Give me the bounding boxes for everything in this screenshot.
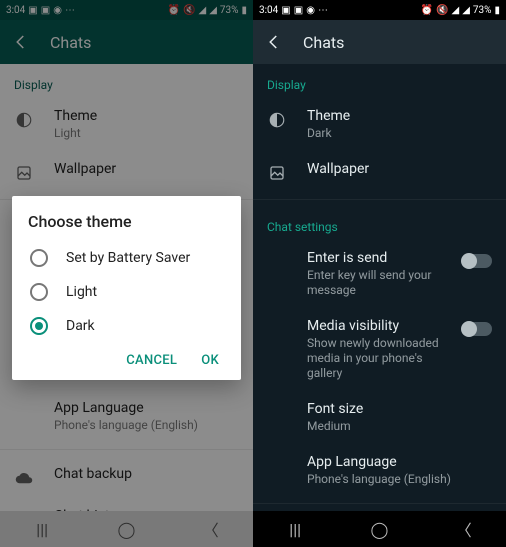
screenshot-right: 3:04 ▣ ▣ ◉ ⋯ ⏰ 🔇 ◢ ◢ 73% ▮ Chats Display… — [253, 0, 506, 547]
status-bar: 3:04 ▣ ▣ ◉ ⋯ ⏰ 🔇 ◢ ◢ 73% ▮ — [253, 0, 506, 20]
spacer-icon — [267, 403, 287, 423]
cancel-button[interactable]: CANCEL — [126, 353, 177, 368]
font-size-title: Font size — [307, 401, 492, 417]
theme-dialog: Choose theme Set by Battery Saver Light … — [12, 196, 241, 380]
status-more-icon: ⋯ — [318, 5, 328, 16]
radio-icon — [30, 249, 48, 267]
row-theme[interactable]: Theme Dark — [253, 98, 506, 151]
row-media-visibility[interactable]: Media visibility Show newly downloaded m… — [253, 308, 506, 391]
theme-sub: Dark — [307, 126, 492, 141]
battery-icon: ▮ — [494, 5, 500, 16]
appbar-title: Chats — [303, 33, 344, 52]
mute-icon: 🔇 — [436, 5, 448, 16]
dialog-option-label: Dark — [66, 318, 95, 334]
alarm-icon: ⏰ — [421, 5, 433, 16]
dialog-title: Choose theme — [28, 212, 225, 231]
section-display: Display — [253, 64, 506, 98]
media-vis-title: Media visibility — [307, 318, 442, 334]
dialog-option-label: Set by Battery Saver — [66, 250, 190, 266]
row-chat-backup[interactable]: Chat backup — [253, 510, 506, 511]
wallpaper-icon — [267, 163, 287, 183]
enter-send-sub: Enter key will send your message — [307, 268, 442, 298]
row-font-size[interactable]: Font size Medium — [253, 391, 506, 444]
toggle-switch[interactable] — [462, 254, 492, 268]
radio-icon — [30, 317, 48, 335]
status-time: 3:04 — [259, 5, 278, 16]
theme-title: Theme — [307, 108, 492, 124]
screenshot-left: 3:04 ▣ ▣ ◉ ⋯ ⏰ 🔇 ◢ ◢ 73% ▮ Chats Display… — [0, 0, 253, 547]
system-navbar: ||| ◯ 〈 — [253, 511, 506, 547]
recents-button[interactable]: ||| — [275, 520, 315, 539]
spacer-icon — [267, 456, 287, 476]
app-bar: Chats — [253, 20, 506, 64]
dialog-option-light[interactable]: Light — [28, 275, 225, 309]
ok-button[interactable]: OK — [201, 353, 219, 368]
spacer-icon — [267, 320, 287, 340]
status-app-icon: ▣ — [281, 5, 290, 16]
signal-icon: ◢ — [462, 5, 470, 16]
dialog-option-label: Light — [66, 284, 97, 300]
dialog-option-battery[interactable]: Set by Battery Saver — [28, 241, 225, 275]
signal-icon: ◢ — [452, 5, 460, 16]
app-language-sub: Phone's language (English) — [307, 472, 492, 487]
row-enter-send[interactable]: Enter is send Enter key will send your m… — [253, 240, 506, 308]
radio-icon — [30, 283, 48, 301]
status-app-icon: ▣ — [294, 5, 303, 16]
dialog-option-dark[interactable]: Dark — [28, 309, 225, 343]
home-button[interactable]: ◯ — [359, 520, 399, 539]
row-wallpaper[interactable]: Wallpaper — [253, 151, 506, 193]
spacer-icon — [267, 252, 287, 272]
app-language-title: App Language — [307, 454, 492, 470]
status-app-icon: ◉ — [306, 5, 315, 16]
content: Display Theme Dark Wallpaper Chat settin… — [253, 64, 506, 511]
wallpaper-title: Wallpaper — [307, 161, 492, 177]
toggle-switch[interactable] — [462, 322, 492, 336]
battery-pct: 73% — [473, 5, 492, 16]
back-button[interactable]: 〈 — [444, 517, 484, 541]
back-icon[interactable] — [265, 33, 283, 51]
font-size-sub: Medium — [307, 419, 492, 434]
theme-icon — [267, 110, 287, 130]
media-vis-sub: Show newly downloaded media in your phon… — [307, 336, 442, 381]
row-app-language[interactable]: App Language Phone's language (English) — [253, 444, 506, 497]
section-chat-settings: Chat settings — [253, 206, 506, 240]
enter-send-title: Enter is send — [307, 250, 442, 266]
